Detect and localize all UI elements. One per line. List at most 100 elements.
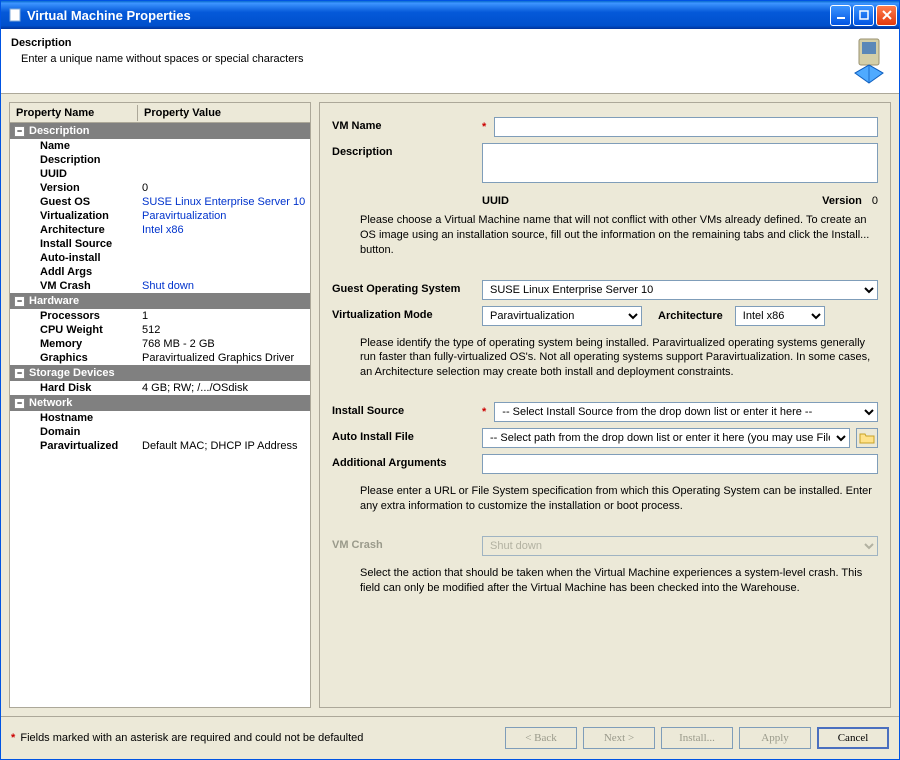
property-row[interactable]: ArchitectureIntel x86: [10, 223, 310, 237]
property-value: 0: [138, 182, 310, 194]
titlebar: Virtual Machine Properties: [1, 1, 899, 29]
footer-note-text: Fields marked with an asterisk are requi…: [20, 732, 363, 744]
property-row[interactable]: Description: [10, 153, 310, 167]
property-col-value: Property Value: [138, 105, 310, 121]
maximize-button[interactable]: [853, 5, 874, 26]
footer-buttons: < Back Next > Install... Apply Cancel: [505, 727, 889, 749]
version-value: 0: [872, 195, 878, 207]
guestos-select[interactable]: SUSE Linux Enterprise Server 10: [482, 280, 878, 300]
property-row[interactable]: ParavirtualizedDefault MAC; DHCP IP Addr…: [10, 439, 310, 453]
autoinstall-select[interactable]: -- Select path from the drop down list o…: [482, 428, 850, 448]
required-indicator: *: [482, 121, 486, 133]
property-row[interactable]: Auto-install: [10, 251, 310, 265]
minimize-button[interactable]: [830, 5, 851, 26]
property-row[interactable]: VM CrashShut down: [10, 279, 310, 293]
property-name: Hostname: [10, 412, 138, 424]
header-text: Description Enter a unique name without …: [11, 37, 849, 65]
property-value: 768 MB - 2 GB: [138, 338, 310, 350]
property-row[interactable]: GraphicsParavirtualized Graphics Driver: [10, 351, 310, 365]
property-value: [138, 238, 310, 250]
autoinstall-label: Auto Install File: [332, 428, 482, 443]
property-name: Processors: [10, 310, 138, 322]
property-group-name: Storage Devices: [29, 367, 115, 379]
page-title: Description: [11, 37, 849, 49]
footer: * Fields marked with an asterisk are req…: [1, 716, 899, 759]
property-name: Version: [10, 182, 138, 194]
addlargs-input[interactable]: [482, 454, 878, 474]
page-subtitle: Enter a unique name without spaces or sp…: [11, 53, 849, 65]
help-text-os: Please identify the type of operating sy…: [332, 332, 878, 383]
property-name: Name: [10, 140, 138, 152]
vmname-label: VM Name: [332, 117, 482, 132]
property-row[interactable]: Name: [10, 139, 310, 153]
guestos-label: Guest Operating System: [332, 280, 482, 295]
property-row[interactable]: Addl Args: [10, 265, 310, 279]
cancel-button[interactable]: Cancel: [817, 727, 889, 749]
virtmode-select[interactable]: Paravirtualization: [482, 306, 642, 326]
property-row[interactable]: Guest OSSUSE Linux Enterprise Server 10: [10, 195, 310, 209]
collapse-icon[interactable]: −: [14, 296, 25, 307]
property-row[interactable]: Processors1: [10, 309, 310, 323]
property-group-header[interactable]: −Description: [10, 123, 310, 139]
property-name: Domain: [10, 426, 138, 438]
install-button: Install...: [661, 727, 733, 749]
app-icon: [7, 7, 23, 23]
arch-select[interactable]: Intel x86: [735, 306, 825, 326]
property-value: Default MAC; DHCP IP Address: [138, 440, 310, 452]
vmname-input[interactable]: [494, 117, 878, 137]
property-row[interactable]: UUID: [10, 167, 310, 181]
property-name: VM Crash: [10, 280, 138, 292]
property-value: 512: [138, 324, 310, 336]
property-body: −DescriptionNameDescriptionUUIDVersion0G…: [10, 123, 310, 707]
property-value: Intel x86: [138, 224, 310, 236]
property-value: [138, 266, 310, 278]
description-textarea[interactable]: [482, 143, 878, 183]
description-label: Description: [332, 143, 482, 158]
property-group-header[interactable]: −Network: [10, 395, 310, 411]
property-row[interactable]: VirtualizationParavirtualization: [10, 209, 310, 223]
property-name: Hard Disk: [10, 382, 138, 394]
property-name: Architecture: [10, 224, 138, 236]
help-text-name: Please choose a Virtual Machine name tha…: [332, 209, 878, 260]
property-row[interactable]: CPU Weight512: [10, 323, 310, 337]
property-row[interactable]: Hard Disk4 GB; RW; /.../OSdisk: [10, 381, 310, 395]
property-group-name: Description: [29, 125, 90, 137]
uuid-label: UUID: [482, 195, 822, 207]
window-title: Virtual Machine Properties: [27, 8, 830, 23]
folder-icon: [859, 431, 875, 445]
property-row[interactable]: Install Source: [10, 237, 310, 251]
property-value: [138, 252, 310, 264]
collapse-icon[interactable]: −: [14, 398, 25, 409]
header-section: Description Enter a unique name without …: [1, 29, 899, 94]
virtmode-label: Virtualization Mode: [332, 306, 482, 321]
property-value: [138, 426, 310, 438]
property-name: Paravirtualized: [10, 440, 138, 452]
help-text-crash: Select the action that should be taken w…: [332, 562, 878, 598]
window-controls: [830, 5, 897, 26]
installsrc-select[interactable]: -- Select Install Source from the drop d…: [494, 402, 878, 422]
collapse-icon[interactable]: −: [14, 368, 25, 379]
property-row[interactable]: Domain: [10, 425, 310, 439]
apply-button: Apply: [739, 727, 811, 749]
property-row[interactable]: Memory768 MB - 2 GB: [10, 337, 310, 351]
window: Virtual Machine Properties Description E…: [0, 0, 900, 760]
property-name: Description: [10, 154, 138, 166]
property-value: Paravirtualized Graphics Driver: [138, 352, 310, 364]
main-area: Property Name Property Value −Descriptio…: [1, 94, 899, 716]
footer-note: * Fields marked with an asterisk are req…: [11, 732, 505, 744]
property-group-name: Network: [29, 397, 72, 409]
browse-button[interactable]: [856, 428, 878, 448]
property-row[interactable]: Hostname: [10, 411, 310, 425]
property-name: UUID: [10, 168, 138, 180]
required-indicator: *: [482, 406, 486, 418]
collapse-icon[interactable]: −: [14, 126, 25, 137]
next-button: Next >: [583, 727, 655, 749]
close-button[interactable]: [876, 5, 897, 26]
property-name: Install Source: [10, 238, 138, 250]
property-name: Addl Args: [10, 266, 138, 278]
property-row[interactable]: Version0: [10, 181, 310, 195]
property-name: Graphics: [10, 352, 138, 364]
installsrc-label: Install Source: [332, 402, 482, 417]
property-group-header[interactable]: −Storage Devices: [10, 365, 310, 381]
property-group-header[interactable]: −Hardware: [10, 293, 310, 309]
